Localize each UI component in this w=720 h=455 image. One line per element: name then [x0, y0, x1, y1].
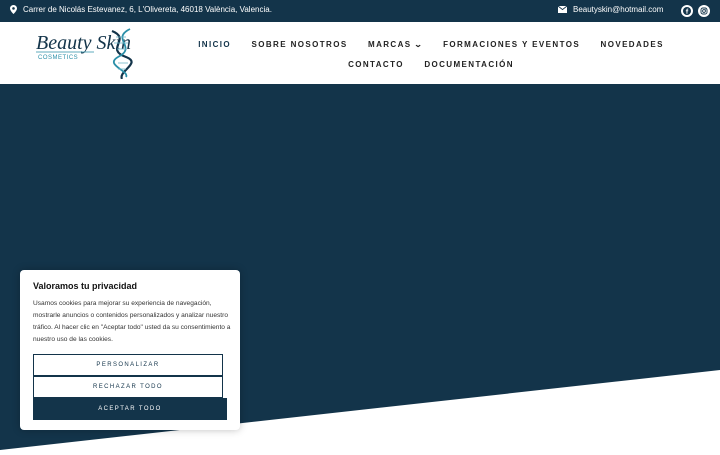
- reject-all-button[interactable]: RECHAZAR TODO: [33, 376, 223, 398]
- email-link[interactable]: Beautyskin@hotmail.com: [558, 5, 663, 14]
- nav-item-formaciones[interactable]: FORMACIONES Y EVENTOS: [443, 36, 580, 54]
- cookie-title: Valoramos tu privacidad: [33, 281, 138, 291]
- chevron-down-icon: ⌄: [413, 40, 424, 49]
- customize-button[interactable]: PERSONALIZAR: [33, 354, 223, 376]
- email-text: Beautyskin@hotmail.com: [573, 5, 664, 14]
- top-info-bar: Carrer de Nicolás Estevanez, 6, L'Oliver…: [0, 0, 720, 22]
- nav-item-marcas[interactable]: MARCAS ⌄: [368, 36, 423, 54]
- main-nav: INICIO SOBRE NOSOTROS MARCAS ⌄ FORMACIONE…: [190, 34, 672, 74]
- nav-item-inicio[interactable]: INICIO: [198, 36, 231, 54]
- address-text: Carrer de Nicolás Estevanez, 6, L'Oliver…: [23, 5, 272, 14]
- nav-item-sobre-nosotros[interactable]: SOBRE NOSOTROS: [252, 36, 348, 54]
- map-pin-icon: [10, 5, 17, 14]
- logo-graphic: Beauty Skin COSMETICS: [36, 28, 133, 80]
- nav-item-documentacion[interactable]: DOCUMENTACIÓN: [424, 56, 514, 74]
- nav-item-marcas-label: MARCAS: [368, 40, 412, 49]
- logo-tagline: COSMETICS: [38, 55, 78, 61]
- nav-item-novedades[interactable]: NOVEDADES: [601, 36, 664, 54]
- site-header: Beauty Skin COSMETICS INICIO SOBRE NOSOT…: [0, 22, 720, 84]
- brand-logo[interactable]: Beauty Skin COSMETICS: [34, 27, 149, 80]
- cookie-consent-banner: Valoramos tu privacidad Usamos cookies p…: [20, 270, 240, 430]
- instagram-icon[interactable]: [698, 5, 710, 17]
- cookie-body-text: Usamos cookies para mejorar su experienc…: [33, 300, 231, 343]
- facebook-icon[interactable]: [681, 5, 693, 17]
- accept-all-button[interactable]: ACEPTAR TODO: [33, 398, 227, 420]
- nav-item-contacto[interactable]: CONTACTO: [348, 56, 404, 74]
- envelope-icon: [558, 6, 567, 13]
- address-block: Carrer de Nicolás Estevanez, 6, L'Oliver…: [10, 5, 272, 14]
